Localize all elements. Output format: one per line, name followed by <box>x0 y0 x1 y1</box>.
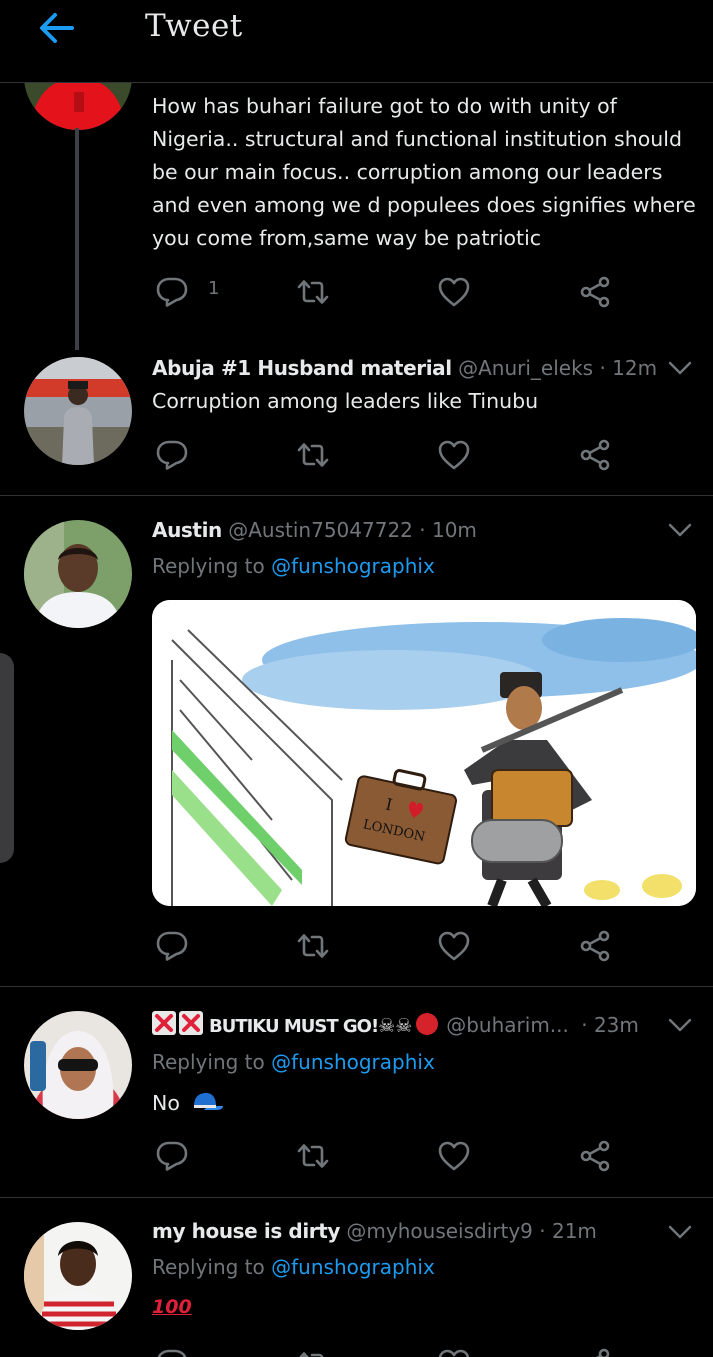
reply-button[interactable] <box>154 1138 190 1174</box>
tweet-image[interactable]: I LONDON <box>152 600 696 906</box>
tweet-actions <box>152 928 632 968</box>
like-icon <box>436 1138 472 1174</box>
retweet-icon <box>295 928 331 964</box>
like-button[interactable] <box>436 274 472 310</box>
retweet-button[interactable] <box>295 274 331 310</box>
timestamp: · 10m <box>419 518 477 542</box>
reply-count: 1 <box>208 278 220 299</box>
reply-button[interactable] <box>154 1346 190 1357</box>
side-drag-handle[interactable] <box>0 653 14 863</box>
like-icon <box>436 437 472 473</box>
back-arrow-icon[interactable] <box>36 10 78 46</box>
tweet-actions <box>152 1346 632 1357</box>
billed-cap-icon <box>194 1093 224 1110</box>
replying-to-label: Replying to <box>152 554 265 578</box>
retweet-icon <box>295 437 331 473</box>
replying-to-handle[interactable]: @funshographix <box>271 1050 435 1074</box>
tweet-actions <box>152 437 632 477</box>
tweet[interactable]: BUTIKU MUST GO!☠☠ @buharim... · 23m Reply… <box>0 987 713 1197</box>
tweet-text: 100 <box>152 1296 192 1318</box>
replying-to: Replying to @funshographix <box>152 1050 435 1074</box>
tweet-text-row: No <box>152 1087 704 1120</box>
replying-to-handle[interactable]: @funshographix <box>271 554 435 578</box>
chevron-down-icon[interactable] <box>668 1224 692 1240</box>
share-icon <box>577 1138 613 1174</box>
ogre-icon <box>416 1013 439 1035</box>
like-icon <box>436 928 472 964</box>
reply-icon <box>154 1138 190 1174</box>
retweet-icon <box>295 1138 331 1174</box>
hundred-points-icon: 100 <box>152 1290 704 1324</box>
author-handle[interactable]: @myhouseisdirty9 <box>346 1219 532 1243</box>
share-icon <box>577 437 613 473</box>
share-button[interactable] <box>577 928 613 964</box>
reply-icon <box>154 928 190 964</box>
tweet-meta: Abuja #1 Husband material @Anuri_eleks ·… <box>152 356 657 380</box>
replying-to-label: Replying to <box>152 1050 265 1074</box>
retweet-button[interactable] <box>295 1138 331 1174</box>
like-button[interactable] <box>436 1346 472 1357</box>
author-handle[interactable]: @buharim... <box>446 1013 569 1037</box>
timestamp: · 21m <box>539 1219 597 1243</box>
like-button[interactable] <box>436 1138 472 1174</box>
author-name[interactable]: Austin <box>152 518 222 542</box>
share-icon <box>577 928 613 964</box>
avatar[interactable] <box>24 1222 132 1330</box>
replying-to: Replying to @funshographix <box>152 1255 435 1279</box>
share-icon <box>577 274 613 310</box>
retweet-icon <box>295 274 331 310</box>
author-handle[interactable]: @Anuri_eleks <box>458 356 593 380</box>
retweet-button[interactable] <box>295 437 331 473</box>
timestamp: · 23m <box>581 1013 639 1037</box>
skull-crossbones-icon: ☠☠ <box>378 1015 413 1037</box>
chevron-down-icon[interactable] <box>668 1017 692 1033</box>
replying-to: Replying to @funshographix <box>152 554 435 578</box>
retweet-icon <box>295 1346 331 1357</box>
share-button[interactable] <box>577 1138 613 1174</box>
reply-button[interactable] <box>154 437 190 473</box>
share-button[interactable] <box>577 274 613 310</box>
retweet-button[interactable] <box>295 1346 331 1357</box>
tweet-text: No <box>152 1091 180 1115</box>
reply-icon <box>154 437 190 473</box>
top-app-bar: Tweet <box>0 0 713 83</box>
tweet-actions <box>152 1138 632 1178</box>
like-button[interactable] <box>436 928 472 964</box>
avatar[interactable] <box>24 357 132 465</box>
avatar[interactable] <box>24 1011 132 1119</box>
cross-mark-icon <box>152 1011 176 1035</box>
reply-button[interactable] <box>154 928 190 964</box>
avatar[interactable] <box>24 520 132 628</box>
reply-icon <box>154 1346 190 1357</box>
reply-icon <box>154 274 190 310</box>
reply-button[interactable]: 1 <box>154 274 219 310</box>
like-icon <box>436 1346 472 1357</box>
chevron-down-icon[interactable] <box>668 522 692 538</box>
thread-line <box>75 128 79 350</box>
tweet-text: Corruption among leaders like Tinubu <box>152 389 539 413</box>
author-handle[interactable]: @Austin75047722 <box>228 518 413 542</box>
author-name[interactable]: my house is dirty <box>152 1219 340 1243</box>
tweet-text: How has buhari failure got to do with un… <box>152 94 696 250</box>
like-button[interactable] <box>436 437 472 473</box>
cross-mark-icon <box>179 1011 203 1035</box>
tweet-meta: BUTIKU MUST GO!☠☠ @buharim... · 23m <box>152 1011 639 1037</box>
chevron-down-icon[interactable] <box>668 360 692 376</box>
share-icon <box>577 1346 613 1357</box>
replying-to-label: Replying to <box>152 1255 265 1279</box>
share-button[interactable] <box>577 1346 613 1357</box>
tweet-actions: 1 <box>152 274 632 314</box>
replying-to-handle[interactable]: @funshographix <box>271 1255 435 1279</box>
page-title: Tweet <box>145 8 243 44</box>
tweet[interactable]: Abuja #1 Husband material @Anuri_eleks ·… <box>0 340 713 495</box>
author-name[interactable]: BUTIKU MUST GO! <box>209 1016 379 1037</box>
tweet-meta: my house is dirty @myhouseisdirty9 · 21m <box>152 1219 597 1243</box>
author-name[interactable]: Abuja #1 Husband material <box>152 356 452 380</box>
tweet-meta: Austin @Austin75047722 · 10m <box>152 518 477 542</box>
retweet-button[interactable] <box>295 928 331 964</box>
timestamp: · 12m <box>599 356 658 380</box>
tweet[interactable]: my house is dirty @myhouseisdirty9 · 21m… <box>0 1198 713 1357</box>
share-button[interactable] <box>577 437 613 473</box>
like-icon <box>436 274 472 310</box>
